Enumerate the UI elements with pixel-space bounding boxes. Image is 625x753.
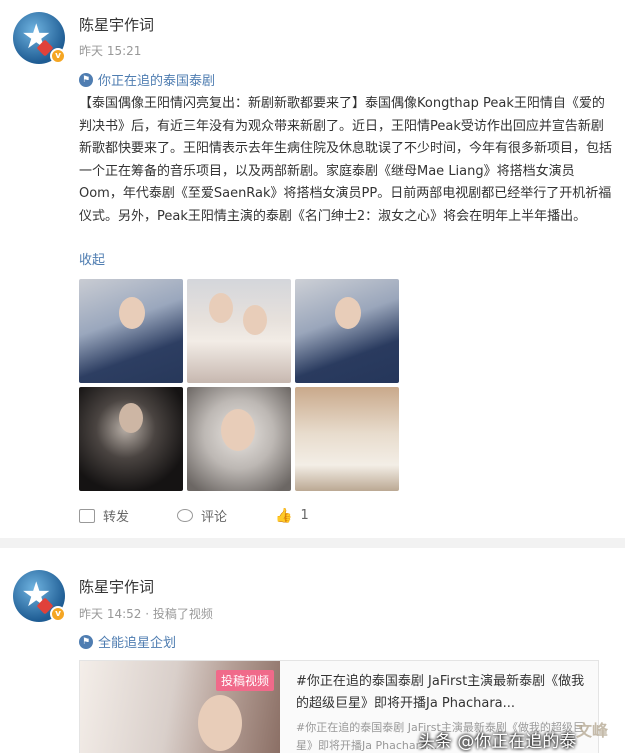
topic-label: 全能追星企划 (98, 636, 177, 651)
video-badge: 投稿视频 (216, 670, 275, 691)
post-photo[interactable] (79, 279, 183, 383)
comment-button[interactable]: 评论 (177, 506, 227, 525)
post-photo[interactable] (187, 387, 291, 491)
repost-icon (79, 508, 95, 523)
post-photo[interactable] (295, 279, 399, 383)
topic-link[interactable]: ⚑ 你正在追的泰国泰剧 (79, 70, 215, 89)
topic-icon: ⚑ (79, 634, 93, 649)
comment-label: 评论 (201, 510, 228, 525)
post-card: ★ v 陈星宇作词 昨天 15:21 ⚑ 你正在追的泰国泰剧 【泰国偶像王阳情闪… (0, 0, 625, 538)
username[interactable]: 陈星宇作词 (79, 576, 154, 597)
post-card: ★ v 陈星宇作词 昨天 14:52 · 投稿了视频 ⚑ 全能追星企划 投稿视频… (0, 548, 625, 753)
post-time: 昨天 14:52 · 投稿了视频 (79, 607, 213, 621)
repost-label: 转发 (103, 510, 130, 525)
video-title[interactable]: #你正在追的泰国泰剧 JaFirst主演最新泰剧《做我的超级巨星》即将开播Ja … (296, 671, 592, 715)
topic-link[interactable]: ⚑ 全能追星企划 (79, 632, 176, 651)
like-count: 1 (300, 508, 309, 523)
post-time: 昨天 15:21 (79, 44, 142, 58)
watermark: 头条 @你正在追的泰 (418, 732, 577, 752)
comment-icon (177, 509, 194, 522)
watermark-logo: 文峰 (575, 721, 608, 740)
post-body: 【泰国偶像王阳情闪亮复出：新剧新歌都要来了】泰国偶像Kongthap Peak王… (79, 96, 613, 224)
thumbs-up-icon: 👍 (275, 507, 293, 524)
collapse-link[interactable]: 收起 (79, 249, 105, 268)
video-thumbnail[interactable]: 投稿视频 (80, 661, 280, 753)
post-photo[interactable] (79, 387, 183, 491)
action-bar: 转发 评论 👍 1 (79, 506, 357, 525)
like-button[interactable]: 👍 1 (275, 506, 309, 525)
post-photo[interactable] (187, 279, 291, 383)
post-photo[interactable] (295, 387, 399, 491)
repost-button[interactable]: 转发 (79, 506, 129, 525)
topic-label: 你正在追的泰国泰剧 (98, 74, 216, 89)
username[interactable]: 陈星宇作词 (79, 14, 154, 35)
verified-badge-icon: v (50, 606, 66, 622)
topic-icon: ⚑ (79, 72, 93, 87)
verified-badge-icon: v (50, 48, 66, 64)
